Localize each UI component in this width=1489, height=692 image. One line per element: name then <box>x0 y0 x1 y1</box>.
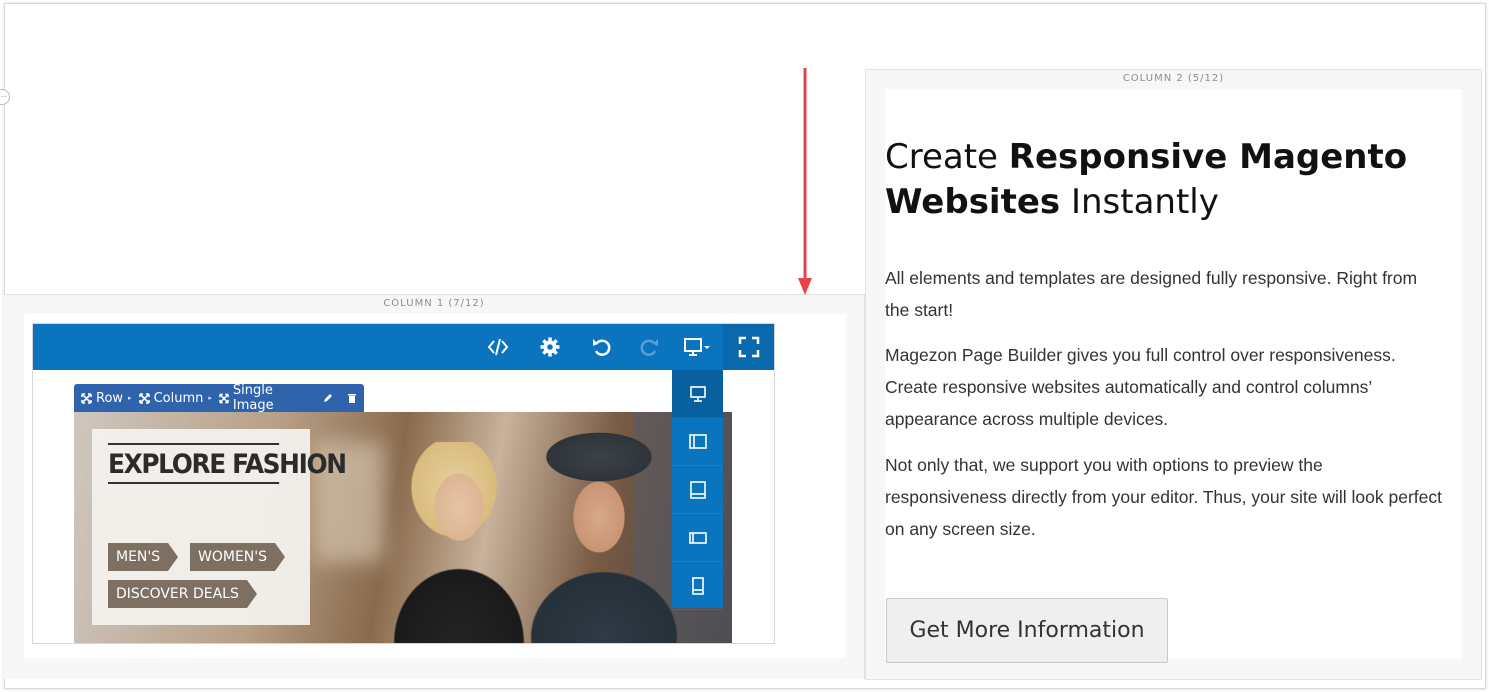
headline-part-2: Instantly <box>1060 182 1219 222</box>
breadcrumb-column[interactable]: Column <box>132 391 209 406</box>
promo-panel: EXPLORE FASHION MEN'S WOMEN'S DISCOVER D… <box>92 429 347 625</box>
tablet-portrait-icon[interactable] <box>672 466 723 514</box>
desktop-icon[interactable] <box>672 370 723 418</box>
fullscreen-icon[interactable] <box>723 324 774 370</box>
tag-discover-deals: DISCOVER DEALS <box>108 580 257 608</box>
tag-mens: MEN'S <box>108 543 179 571</box>
get-more-information-button[interactable]: Get More Information <box>886 598 1168 663</box>
editor-preview: EXPLORE FASHION MEN'S WOMEN'S DISCOVER D… <box>32 323 775 644</box>
column-2[interactable]: COLUMN 2 (5/12) Create Responsive Magent… <box>865 69 1482 680</box>
column-1[interactable]: COLUMN 1 (7/12) EXPLORE FASHION MEN'S WO… <box>4 294 865 679</box>
pencil-icon[interactable] <box>315 393 340 404</box>
breadcrumb-separator: ▸ <box>208 394 212 402</box>
column-2-content: Create Responsive Magento Websites Insta… <box>885 89 1462 663</box>
redo-icon[interactable] <box>629 324 669 370</box>
headline: Create Responsive Magento Websites Insta… <box>885 135 1445 225</box>
editor-toolbar <box>33 324 774 370</box>
device-menu <box>672 370 723 610</box>
single-image[interactable]: EXPLORE FASHION MEN'S WOMEN'S DISCOVER D… <box>74 412 732 643</box>
undo-icon[interactable] <box>577 324 627 370</box>
element-breadcrumb: Row ▸ Column ▸ Single Image <box>74 383 364 413</box>
code-icon[interactable] <box>473 324 523 370</box>
paragraph-3: Not only that, we support you with optio… <box>885 455 1442 539</box>
gear-icon[interactable] <box>525 324 575 370</box>
column-1-content: EXPLORE FASHION MEN'S WOMEN'S DISCOVER D… <box>24 314 846 658</box>
move-icon <box>81 392 92 404</box>
breadcrumb-single-image[interactable]: Single Image <box>212 383 315 413</box>
monitor-dropdown-icon[interactable] <box>672 324 723 370</box>
annotation-arrow-icon <box>798 68 812 295</box>
promo-title: EXPLORE FASHION <box>108 443 347 484</box>
breadcrumb-single-image-label: Single Image <box>232 383 274 413</box>
paragraph-1: All elements and templates are designed … <box>885 268 1418 320</box>
breadcrumb-column-label: Column <box>153 390 204 406</box>
breadcrumb-separator: ▸ <box>128 394 132 402</box>
move-icon <box>219 393 229 403</box>
man-figure <box>514 422 684 643</box>
mobile-portrait-icon[interactable] <box>672 562 723 610</box>
headline-part-1: Create <box>885 137 1009 177</box>
breadcrumb-row[interactable]: Row <box>74 391 128 406</box>
paragraph-2: Magezon Page Builder gives you full cont… <box>885 345 1396 429</box>
tag-womens: WOMEN'S <box>190 543 285 571</box>
mobile-landscape-icon[interactable] <box>672 514 723 562</box>
breadcrumb-row-label: Row <box>96 390 124 406</box>
column-2-label: COLUMN 2 (5/12) <box>1122 73 1225 84</box>
column-1-label: COLUMN 1 (7/12) <box>383 298 485 309</box>
trash-icon[interactable] <box>340 393 364 404</box>
tablet-landscape-icon[interactable] <box>672 418 723 466</box>
woman-figure <box>384 442 534 643</box>
move-icon <box>138 392 150 404</box>
